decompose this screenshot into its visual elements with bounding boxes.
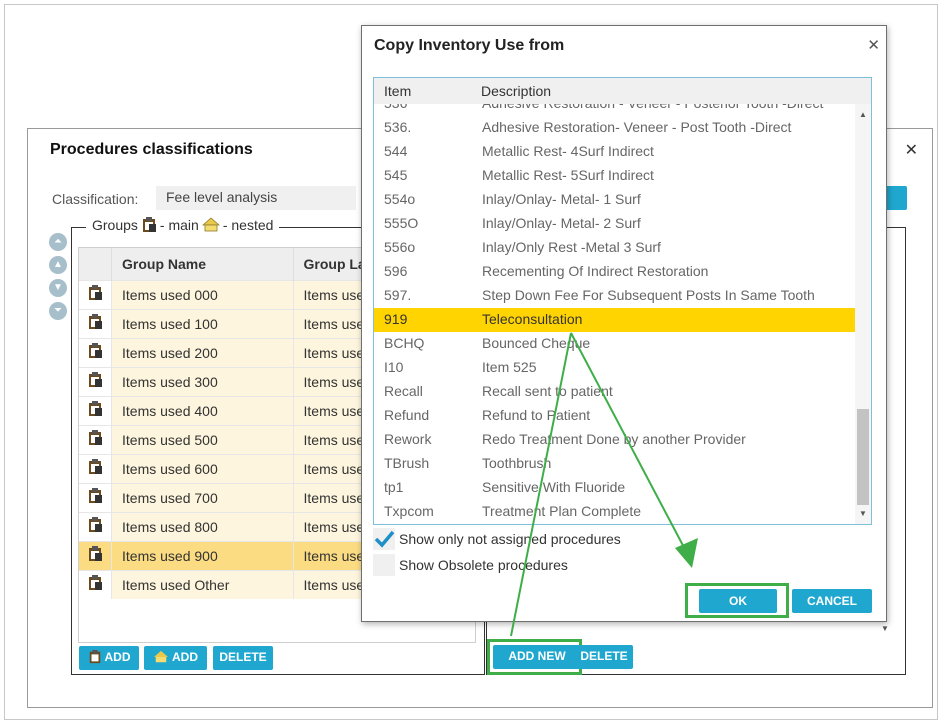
arrow-line-down — [570, 332, 689, 556]
annotation-arrows — [510, 332, 698, 637]
arrow-head-icon — [675, 538, 698, 568]
arrow-line-up — [510, 332, 572, 637]
